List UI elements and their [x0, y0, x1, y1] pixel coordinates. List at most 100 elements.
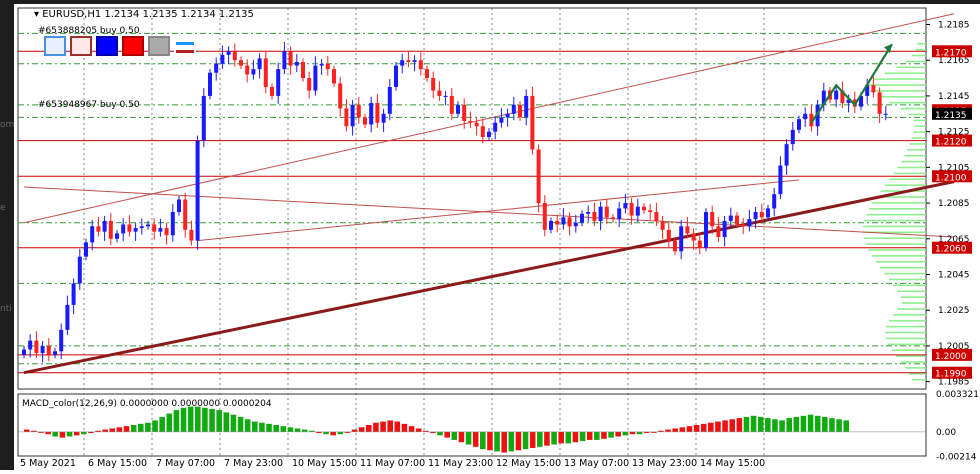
- candle-body: [34, 340, 39, 354]
- candle: [356, 97, 361, 124]
- macd-bar: [102, 429, 108, 432]
- candle-body: [716, 226, 721, 237]
- sell-style-button[interactable]: [70, 36, 92, 56]
- macd-bar: [45, 431, 51, 435]
- dropdown-arrow-icon[interactable]: ▾: [34, 9, 39, 20]
- macd-bar: [116, 427, 123, 432]
- candle-body: [214, 63, 219, 73]
- candle: [580, 210, 584, 227]
- macd-bar: [558, 431, 564, 444]
- candle-body: [493, 122, 498, 132]
- volume-bar: [914, 125, 926, 128]
- time-tick-label: 13 May 07:00: [564, 458, 629, 469]
- macd-bar: [24, 429, 30, 432]
- red-color-button[interactable]: [122, 36, 144, 56]
- candle: [604, 198, 609, 224]
- left-edge-hint: om: [0, 120, 15, 130]
- candle: [214, 57, 219, 81]
- volume-bar: [868, 249, 926, 251]
- candle-body: [425, 69, 429, 79]
- candle-body: [549, 220, 553, 230]
- volume-bar: [908, 113, 926, 116]
- macd-bar: [693, 425, 700, 432]
- volume-bar: [913, 119, 926, 122]
- candle: [127, 215, 132, 237]
- symbol-header: ▾ EURUSD,H1 1.2134 1.2135 1.2134 1.2135: [34, 9, 254, 20]
- macd-bar: [195, 406, 201, 432]
- candle: [239, 56, 243, 70]
- candle: [40, 340, 45, 363]
- volume-bar: [915, 48, 926, 51]
- macd-bar: [81, 431, 87, 435]
- macd-bar: [729, 419, 735, 432]
- order-label-1[interactable]: #653888205 buy 0.50: [38, 26, 140, 36]
- macd-bar: [358, 427, 365, 432]
- candle: [195, 135, 200, 250]
- macd-bar: [373, 422, 379, 432]
- macd-bar: [159, 416, 165, 432]
- candle: [499, 108, 504, 128]
- candle: [412, 55, 417, 72]
- candle-body: [666, 229, 671, 241]
- candle-body: [790, 129, 795, 145]
- candle-body: [642, 206, 646, 211]
- macd-bar: [216, 410, 222, 432]
- buy-style-button[interactable]: [44, 36, 66, 56]
- candle: [226, 46, 231, 65]
- candle-body: [567, 217, 572, 227]
- candle-body: [499, 117, 504, 123]
- price-label: 1.1990: [935, 370, 967, 380]
- candle-body: [251, 69, 256, 75]
- candle: [96, 217, 101, 237]
- candle-body: [648, 210, 653, 212]
- price-label: 1.2000: [935, 352, 967, 362]
- candle-body: [883, 113, 888, 115]
- volume-bar: [889, 178, 926, 181]
- candle: [716, 217, 721, 242]
- candle: [121, 218, 126, 242]
- macd-bar: [572, 431, 579, 443]
- macd-bar: [494, 431, 500, 452]
- macd-bar: [273, 425, 279, 432]
- blue-color-button[interactable]: [96, 36, 118, 56]
- candle-body: [530, 95, 535, 150]
- candle-body: [400, 60, 405, 66]
- candle: [288, 46, 293, 75]
- macd-bar: [579, 431, 586, 442]
- candle-body: [629, 203, 634, 216]
- price-chart[interactable]: MACD_color(12,26,9) 0.0000000 0.0000000 …: [14, 4, 980, 470]
- macd-bar: [458, 431, 465, 443]
- candle: [133, 223, 138, 241]
- trendline-falling-line: [23, 186, 955, 238]
- price-axis: 1.21851.21651.21451.21251.21051.20851.20…: [926, 21, 972, 388]
- candle-body: [133, 228, 138, 232]
- candle: [387, 79, 392, 121]
- candle: [139, 218, 144, 235]
- macd-tick-label: 0.003321: [936, 390, 979, 400]
- macd-bar: [793, 416, 800, 432]
- horizontal-levels[interactable]: [18, 32, 926, 374]
- macd-bar: [230, 414, 237, 432]
- chart-window[interactable]: MACD_color(12,26,9) 0.0000000 0.0000000 …: [14, 4, 980, 470]
- order-label-2[interactable]: #653948967 buy 0.50: [38, 100, 140, 110]
- candle: [573, 214, 578, 233]
- candle-body: [406, 60, 411, 62]
- candle: [263, 50, 268, 94]
- candle-body: [691, 233, 696, 241]
- volume-bar: [893, 284, 926, 287]
- candle-body: [263, 58, 268, 87]
- candle: [294, 54, 299, 72]
- candle-body: [561, 217, 566, 225]
- gray-color-button[interactable]: [148, 36, 170, 56]
- macd-bar: [515, 431, 522, 451]
- macd-bar: [537, 431, 543, 447]
- candle: [697, 232, 702, 255]
- trendlines[interactable]: [23, 13, 955, 375]
- macd-bar: [843, 420, 849, 432]
- candle-body: [96, 226, 101, 232]
- line-style-button[interactable]: [174, 36, 196, 56]
- candle-body: [772, 194, 777, 209]
- macd-bar: [415, 428, 422, 432]
- candle: [530, 86, 535, 155]
- candle: [511, 97, 516, 121]
